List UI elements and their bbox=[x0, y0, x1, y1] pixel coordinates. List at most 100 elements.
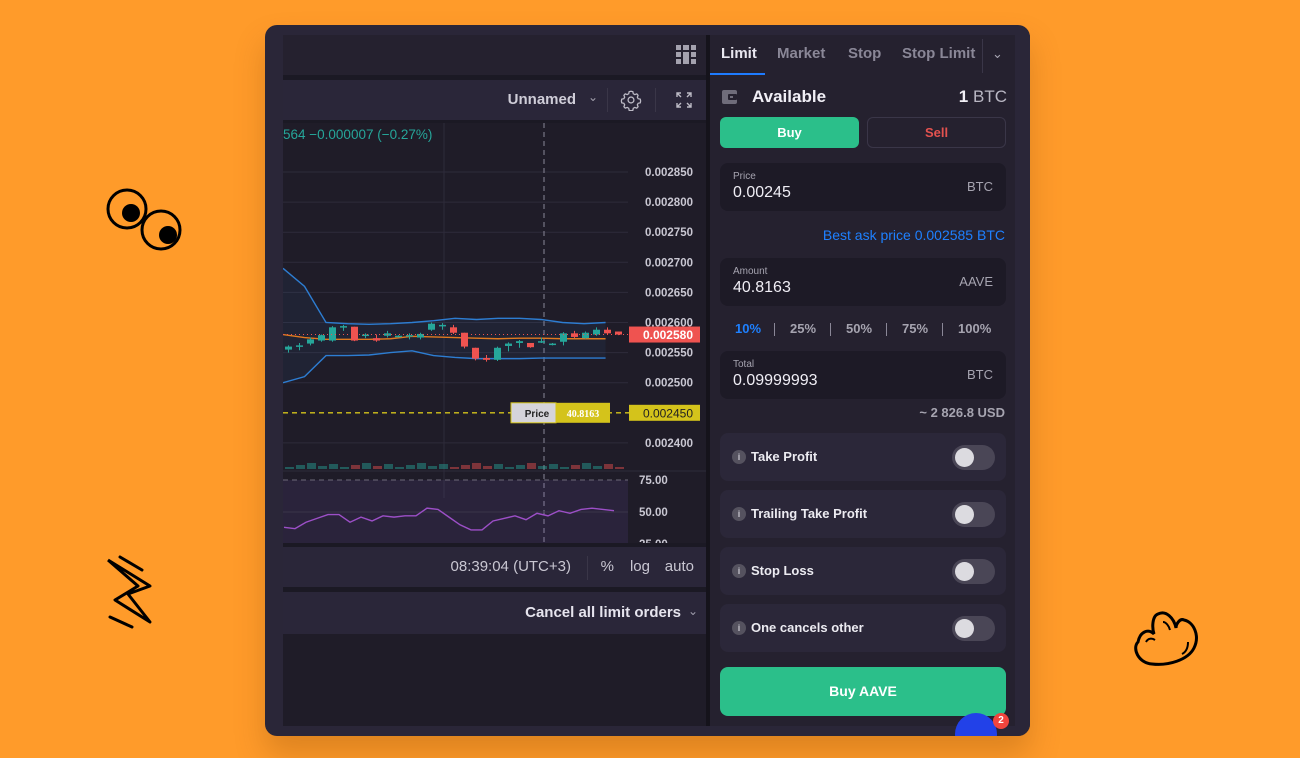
option-label: One cancels other bbox=[751, 620, 864, 635]
wallet-icon bbox=[722, 90, 737, 104]
tab-stop-limit[interactable]: Stop Limit bbox=[902, 45, 975, 62]
candle-body bbox=[285, 346, 292, 350]
percent-scale-toggle[interactable]: % bbox=[601, 558, 614, 575]
volume-bar bbox=[483, 466, 492, 469]
info-icon[interactable]: i bbox=[732, 450, 746, 464]
info-icon[interactable]: i bbox=[732, 564, 746, 578]
orders-list bbox=[283, 634, 706, 726]
volume-bar bbox=[329, 464, 338, 469]
volume-bar bbox=[604, 464, 613, 469]
tab-limit[interactable]: Limit bbox=[721, 45, 757, 62]
active-tab-indicator bbox=[710, 73, 765, 75]
candle-body bbox=[461, 332, 468, 347]
candle-body bbox=[329, 327, 336, 341]
pct-divider bbox=[774, 323, 775, 336]
price-axis-label: 0.002550 bbox=[645, 348, 693, 360]
price-chart[interactable]: 0.002850 0.002800 0.002750 0.002700 0.002650… bbox=[282, 123, 706, 595]
price-axis-label: 0.002750 bbox=[645, 227, 693, 239]
price-unit: BTC bbox=[967, 179, 993, 194]
candle-body bbox=[538, 341, 545, 343]
volume-bar bbox=[285, 467, 294, 469]
auto-scale-toggle[interactable]: auto bbox=[665, 558, 694, 575]
volume-bar bbox=[615, 467, 624, 469]
trailing-take-profit-toggle[interactable] bbox=[952, 502, 995, 527]
best-ask-link[interactable]: Best ask price 0.002585 BTC bbox=[823, 227, 1005, 243]
price-axis-label: 0.002700 bbox=[645, 257, 693, 269]
info-icon[interactable]: i bbox=[732, 507, 746, 521]
order-label-text: Price bbox=[525, 409, 550, 420]
candle-body bbox=[373, 338, 380, 341]
toggle-knob bbox=[955, 505, 974, 524]
buy-aave-button[interactable]: Buy AAVE bbox=[720, 667, 1006, 716]
current-price-label: 0.002580 bbox=[643, 328, 693, 342]
expand-icon[interactable] bbox=[675, 91, 693, 109]
tabs-divider bbox=[982, 39, 983, 73]
candle-body bbox=[450, 327, 457, 333]
notification-badge: 2 bbox=[993, 713, 1009, 729]
candle-body bbox=[505, 343, 512, 346]
stop-loss-toggle[interactable] bbox=[952, 559, 995, 584]
total-value[interactable]: 0.09999993 bbox=[733, 372, 818, 390]
chat-support-button[interactable] bbox=[955, 713, 997, 736]
log-scale-toggle[interactable]: log bbox=[630, 558, 650, 575]
tab-stop[interactable]: Stop bbox=[848, 45, 881, 62]
oco-toggle[interactable] bbox=[952, 616, 995, 641]
candle-body bbox=[395, 335, 402, 338]
percentage-selector: 10% 25% 50% 75% 100% bbox=[720, 321, 1006, 341]
clock: 08:39:04 (UTC+3) bbox=[450, 558, 571, 575]
chart-panel: Unnamed ⌄ 0.002850 0.002800 0.002750 0.0027… bbox=[282, 35, 706, 726]
bar-divider bbox=[587, 556, 588, 580]
chart-canvas[interactable]: 0.002850 0.002800 0.002750 0.002700 0.002650… bbox=[282, 123, 706, 595]
candle-body bbox=[472, 347, 479, 359]
pct-25-button[interactable]: 25% bbox=[790, 321, 816, 336]
orders-bar: Cancel all limit orders ⌄ bbox=[283, 592, 706, 634]
amount-unit: AAVE bbox=[959, 274, 993, 289]
ticker-change: 564 −0.000007 (−0.27%) bbox=[283, 127, 433, 142]
total-field[interactable]: Total 0.09999993 BTC bbox=[720, 351, 1006, 399]
cancel-all-orders-button[interactable]: Cancel all limit orders bbox=[525, 604, 681, 621]
price-axis-label: 0.002800 bbox=[645, 197, 693, 209]
price-axis-label: 0.002400 bbox=[645, 438, 693, 450]
chevron-down-icon[interactable]: ⌄ bbox=[992, 46, 1003, 62]
layout-name-dropdown[interactable]: Unnamed bbox=[508, 91, 576, 108]
sell-side-button[interactable]: Sell bbox=[867, 117, 1006, 148]
rsi-axis-label: 75.00 bbox=[639, 475, 668, 487]
amount-field[interactable]: Amount 40.8163 AAVE bbox=[720, 258, 1006, 306]
candle-body bbox=[439, 324, 446, 327]
tab-market[interactable]: Market bbox=[777, 45, 825, 62]
price-value[interactable]: 0.00245 bbox=[733, 184, 791, 202]
pct-10-button[interactable]: 10% bbox=[735, 321, 761, 336]
candle-body bbox=[340, 326, 347, 328]
candle-body bbox=[604, 329, 611, 334]
toggle-knob bbox=[955, 562, 974, 581]
option-trailing-take-profit: i Trailing Take Profit bbox=[720, 490, 1006, 538]
pct-50-button[interactable]: 50% bbox=[846, 321, 872, 336]
price-field[interactable]: Price 0.00245 BTC bbox=[720, 163, 1006, 211]
volume-bar bbox=[362, 463, 371, 469]
volume-bar bbox=[461, 465, 470, 469]
candle-body bbox=[406, 335, 413, 337]
candle-body bbox=[307, 339, 314, 344]
volume-bar bbox=[505, 467, 514, 469]
pct-75-button[interactable]: 75% bbox=[902, 321, 928, 336]
gear-icon[interactable] bbox=[620, 89, 642, 111]
chevron-down-icon[interactable]: ⌄ bbox=[688, 604, 698, 618]
buy-side-button[interactable]: Buy bbox=[720, 117, 859, 148]
hand-doodle bbox=[1134, 611, 1198, 666]
chart-topbar bbox=[283, 35, 706, 75]
candle-body bbox=[516, 341, 523, 343]
rsi-axis-label: 25.00 bbox=[639, 539, 668, 543]
grid-layout-icon[interactable] bbox=[676, 45, 696, 64]
volume-bar bbox=[296, 465, 305, 469]
order-panel: Limit Market Stop Stop Limit ⌄ Available… bbox=[710, 35, 1015, 736]
info-icon[interactable]: i bbox=[732, 621, 746, 635]
amount-value[interactable]: 40.8163 bbox=[733, 279, 791, 297]
option-label: Stop Loss bbox=[751, 563, 814, 578]
trading-window: Unnamed ⌄ 0.002850 0.002800 0.002750 0.0027… bbox=[265, 25, 1030, 736]
take-profit-toggle[interactable] bbox=[952, 445, 995, 470]
chevron-down-icon[interactable]: ⌄ bbox=[588, 90, 598, 104]
option-label: Trailing Take Profit bbox=[751, 506, 868, 521]
pct-100-button[interactable]: 100% bbox=[958, 321, 991, 336]
volume-bar bbox=[340, 467, 349, 469]
volume-bar bbox=[318, 466, 327, 469]
